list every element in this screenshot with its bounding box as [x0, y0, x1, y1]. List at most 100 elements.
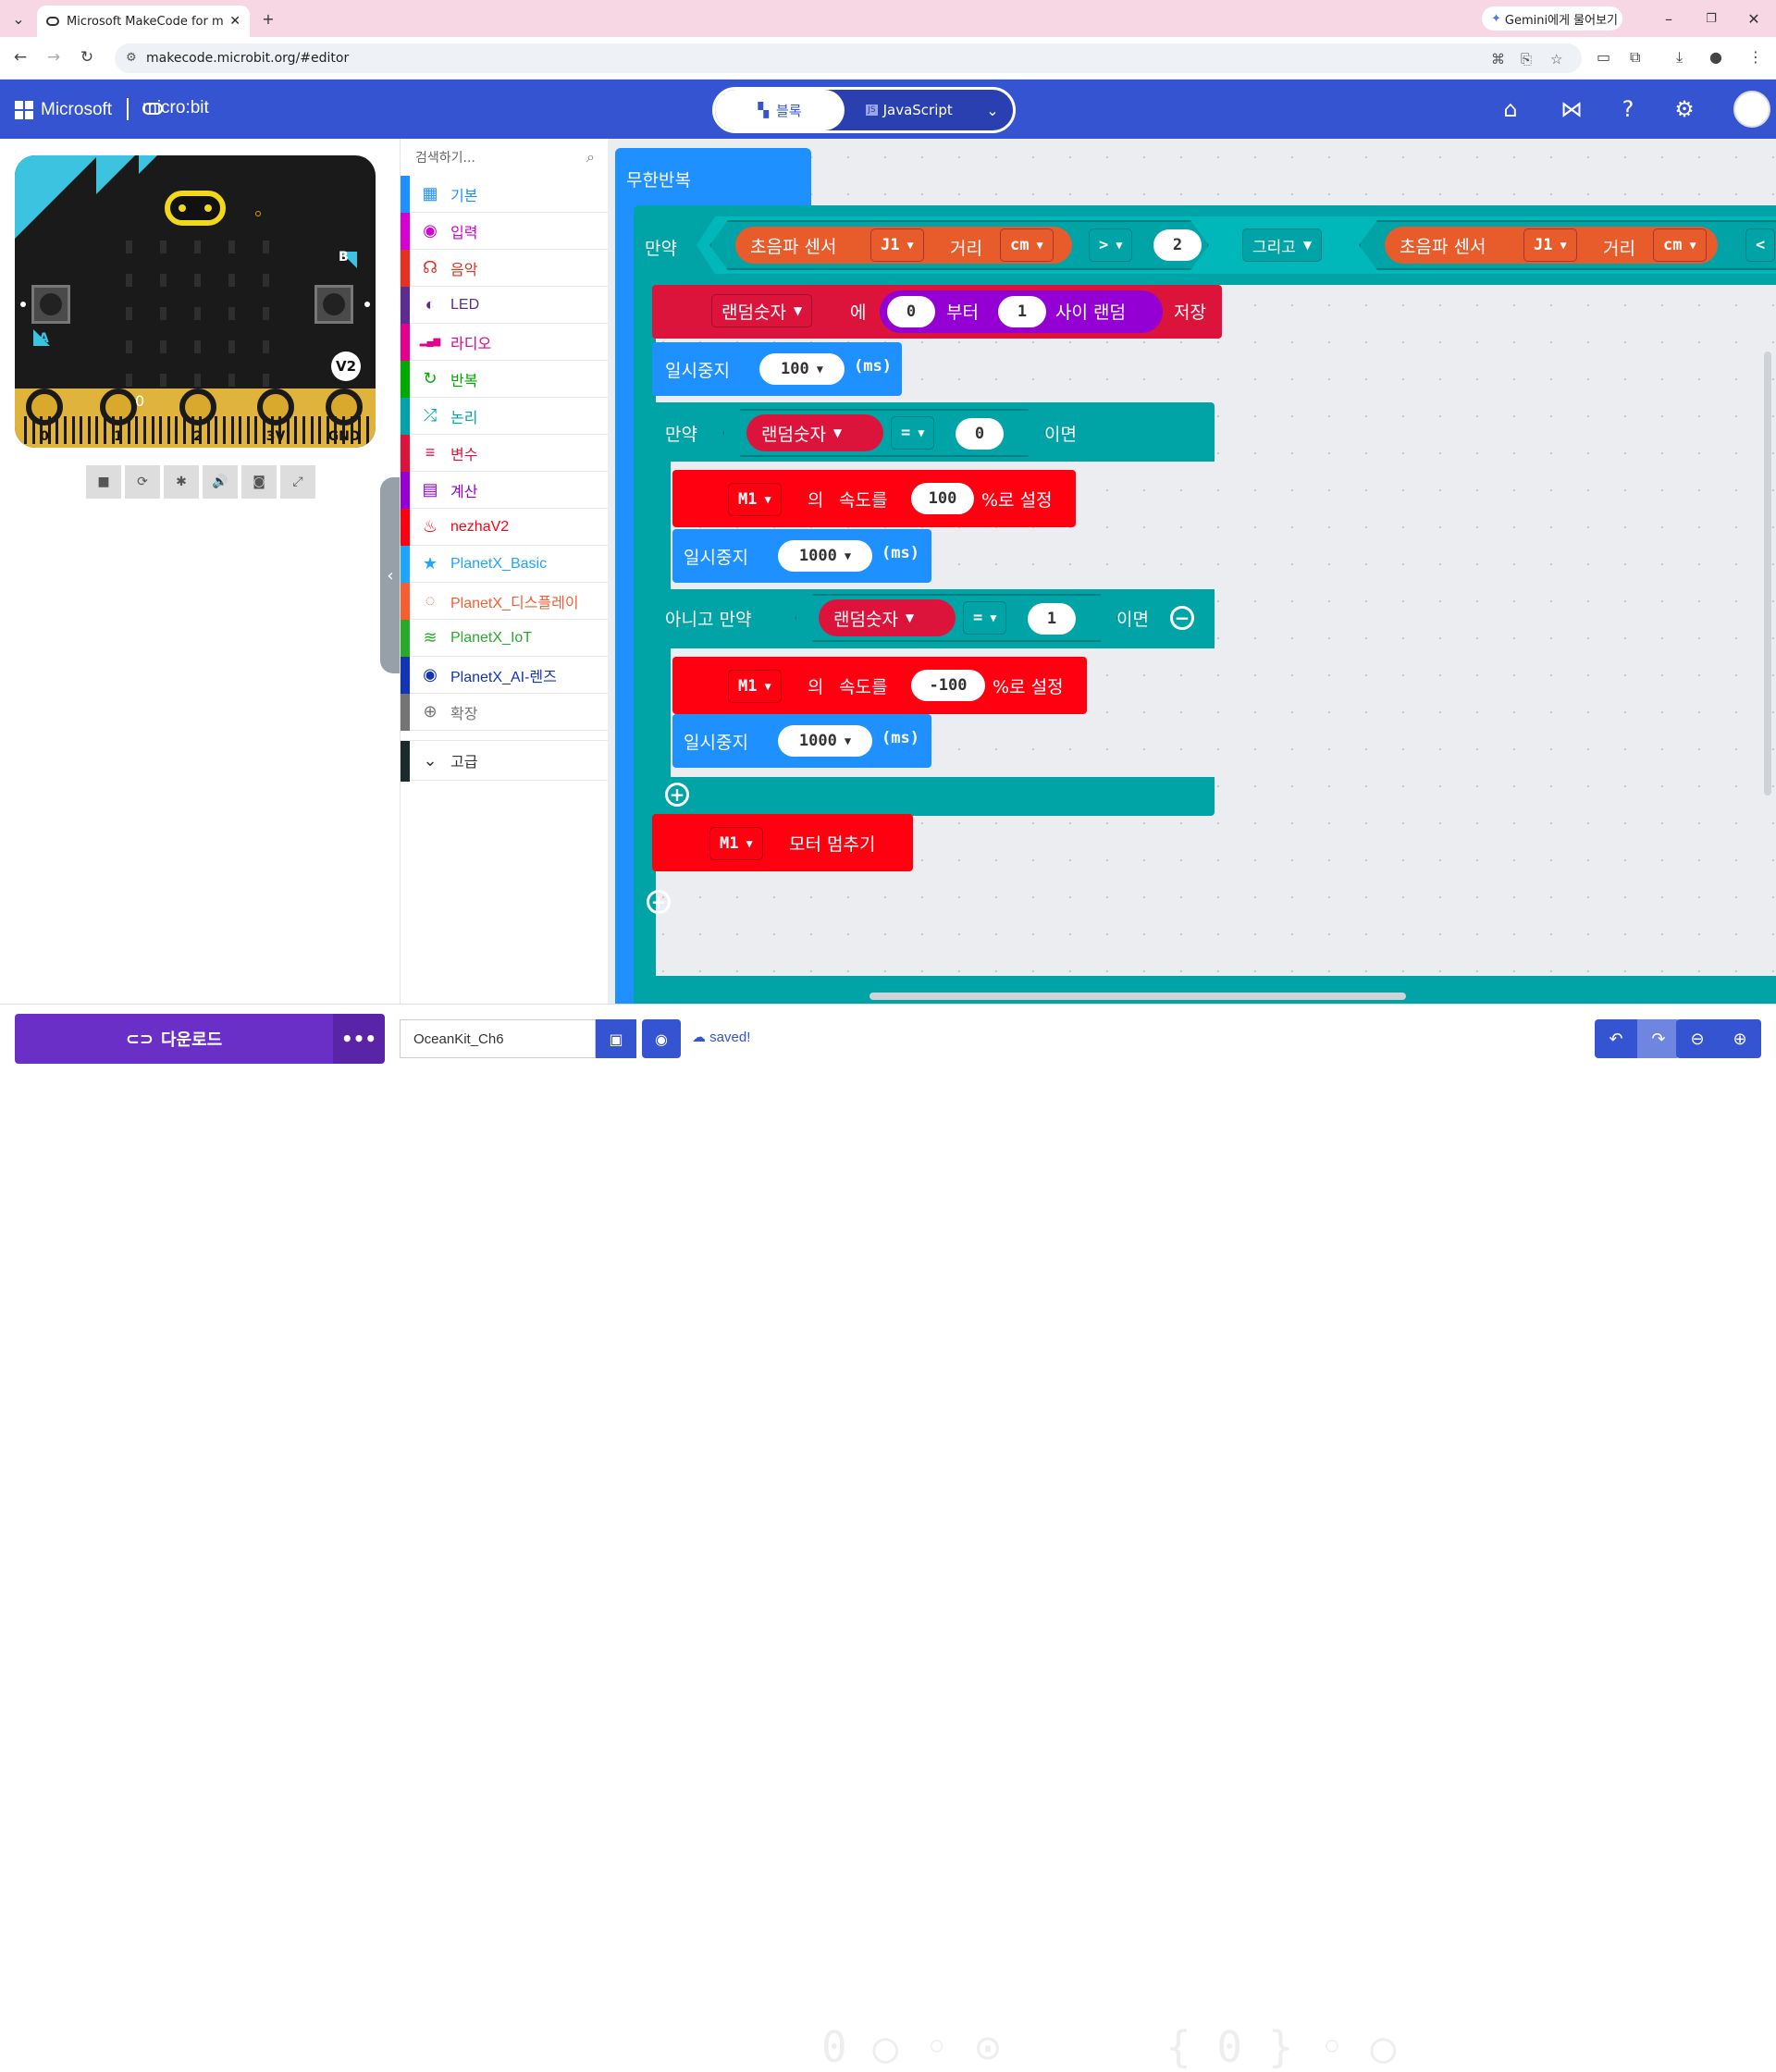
zoom-in-icon[interactable]: ⊕ [1719, 1019, 1761, 1058]
category-shuffle[interactable]: ⤮ 논리 [401, 398, 608, 435]
equals-dropdown-2[interactable]: = ▼ [963, 601, 1007, 635]
minimize-icon[interactable]: – [1656, 7, 1682, 30]
category-refresh[interactable]: ↻ 반복 [401, 361, 608, 398]
blocks-workspace[interactable]: 무한반복 만약 초음파 센서 J1 ▼ 거리 cm ▼ > ▼ 2 그리고 ▼ 초음파 … [608, 139, 1776, 1004]
browser-tab[interactable]: Microsoft MakeCode for m ✕ [37, 6, 250, 37]
save-disk-icon[interactable]: ▣ [596, 1019, 636, 1058]
url-field[interactable]: ⚙ makecode.microbit.org/#editor ⌘ ⎘ ☆ [115, 43, 1582, 73]
equals-dropdown[interactable]: = ▼ [891, 416, 935, 450]
and-dropdown[interactable]: 그리고 ▼ [1242, 228, 1323, 262]
category-grid[interactable]: ▦ 기본 [401, 176, 608, 213]
add-else-icon[interactable]: + [665, 783, 689, 807]
random-from-input[interactable]: 0 [887, 296, 935, 327]
threshold-input[interactable]: 2 [1153, 229, 1202, 261]
equals-value-input-2[interactable]: 1 [1028, 603, 1076, 635]
redo-icon[interactable]: ↷ [1637, 1019, 1680, 1058]
category-eye[interactable]: ◉ PlanetX_AI-렌즈 [401, 657, 608, 694]
stop-icon[interactable]: ■ [86, 465, 121, 499]
home-icon[interactable]: ⌂ [1497, 96, 1524, 122]
tab-close-icon[interactable]: ✕ [229, 14, 240, 29]
unit-dropdown[interactable]: cm ▼ [1000, 228, 1054, 262]
operator-dropdown-2[interactable]: < [1745, 228, 1776, 262]
undo-icon[interactable]: ↶ [1595, 1019, 1637, 1058]
equals-value-input[interactable]: 0 [956, 418, 1004, 450]
pause-dropdown[interactable]: 100 ▼ [759, 353, 845, 385]
touch-logo[interactable] [165, 191, 226, 226]
sound-icon[interactable]: 🔊 [203, 465, 238, 499]
reload-icon[interactable]: ↻ [76, 48, 98, 67]
category-dotted-circle[interactable]: ◌ PlanetX_디스플레이 [401, 583, 608, 620]
variable-dropdown[interactable]: 랜덤숫자 ▼ [711, 294, 813, 327]
speed-input[interactable]: 100 [911, 483, 974, 514]
cast-icon[interactable]: ▭ [1597, 48, 1610, 66]
pause-dropdown[interactable]: 1000 ▼ [778, 540, 872, 572]
search-icon[interactable]: ⌕ [586, 148, 595, 166]
category-star[interactable]: ★ PlanetX_Basic [401, 546, 608, 583]
blocks-tab[interactable]: ▚ 블록 [715, 90, 845, 130]
screenshot-camera-icon[interactable]: ◙ [241, 465, 277, 499]
pin-dropdown-2[interactable]: J1 ▼ [1523, 228, 1577, 262]
category-toggle[interactable]: ◐ LED [401, 287, 608, 324]
category-plus-circle[interactable]: ⊕ 확장 [401, 694, 608, 731]
project-name-input[interactable] [400, 1019, 596, 1058]
zoom-out-icon[interactable]: ⊖ [1676, 1019, 1719, 1058]
motor-dropdown[interactable]: M1 ▼ [728, 483, 782, 516]
operator-dropdown[interactable]: > ▼ [1089, 228, 1133, 262]
category-signal-bars[interactable]: ▂▄▆ 라디오 [401, 324, 608, 361]
add-else-icon[interactable]: + [647, 890, 671, 914]
vertical-scrollbar[interactable] [1764, 352, 1771, 796]
language-dropdown-chevron-icon[interactable]: ⌄ [974, 102, 1011, 119]
install-app-icon[interactable]: ⎘ [1521, 51, 1532, 68]
restart-icon[interactable]: ⟳ [125, 465, 160, 499]
profile-icon[interactable]: ● [1709, 48, 1722, 66]
window-close-icon[interactable]: ✕ [1741, 7, 1767, 30]
category-advanced[interactable]: ⌄ 고급 [401, 740, 608, 782]
category-calculator[interactable]: ▤ 계산 [401, 472, 608, 509]
variable-reporter[interactable]: 랜덤숫자 ▼ [746, 414, 883, 451]
button-b[interactable] [314, 285, 353, 324]
download-more-button[interactable]: ••• [333, 1014, 385, 1064]
collapse-simulator-button[interactable]: ‹ [380, 477, 401, 673]
menu-kebab-icon[interactable]: ⋮ [1748, 48, 1763, 66]
github-icon[interactable]: ◉ [642, 1019, 681, 1058]
category-wifi[interactable]: ≋ PlanetX_IoT [401, 620, 608, 657]
share-icon[interactable]: ⋈ [1558, 96, 1585, 122]
translate-icon[interactable]: ⌘ [1491, 51, 1505, 68]
microbit-simulator-board[interactable]: A B V2 0 1 2 3V GND [15, 155, 376, 448]
new-tab-icon[interactable]: + [255, 7, 281, 30]
category-headphones[interactable]: ☊ 음악 [401, 250, 608, 287]
motor-dropdown-2[interactable]: M1 ▼ [728, 670, 782, 703]
toolbox-search-input[interactable]: 검색하기... ⌕ [401, 139, 608, 176]
button-a[interactable] [31, 285, 70, 324]
download-button[interactable]: ⊂⊃ 다운로드 [15, 1014, 333, 1064]
category-circle-dot[interactable]: ◉ 입력 [401, 213, 608, 250]
help-icon[interactable]: ? [1614, 96, 1642, 122]
variable-reporter-2[interactable]: 랜덤숫자 ▼ [819, 599, 956, 636]
horizontal-scrollbar[interactable] [870, 993, 1406, 1000]
settings-gear-icon[interactable]: ⚙ [1671, 96, 1698, 122]
forward-icon[interactable]: → [43, 48, 65, 67]
extensions-icon[interactable]: ⧉ [1630, 48, 1640, 67]
fullscreen-icon[interactable]: ⤢ [280, 465, 315, 499]
pause-dropdown[interactable]: 1000 ▼ [778, 725, 872, 757]
restore-icon[interactable]: ❐ [1698, 7, 1724, 30]
motor-dropdown-3[interactable]: M1 ▼ [709, 827, 763, 860]
back-icon[interactable]: ← [9, 48, 31, 67]
javascript-tab[interactable]: JS JavaScript [845, 90, 974, 130]
random-to-input[interactable]: 1 [998, 296, 1046, 327]
tab-list-chevron-icon[interactable]: ⌄ [6, 7, 31, 30]
remove-else-if-icon[interactable]: − [1170, 606, 1194, 630]
speed-input-2[interactable]: -100 [911, 670, 985, 701]
site-info-icon[interactable]: ⚙ [126, 51, 137, 65]
user-avatar[interactable]: ☺ [1733, 91, 1770, 128]
category-flame[interactable]: ♨ nezhaV2 [401, 509, 608, 546]
microsoft-logo[interactable]: Microsoft [15, 100, 112, 120]
unit-dropdown-2[interactable]: cm ▼ [1653, 228, 1707, 262]
download-icon[interactable]: ⤓ [1676, 48, 1683, 67]
pin-dropdown[interactable]: J1 ▼ [870, 228, 924, 262]
microbit-logo[interactable]: micro:bit [142, 98, 209, 118]
gemini-button[interactable]: ✦ Gemini에게 물어보기 [1482, 6, 1622, 31]
debug-bug-icon[interactable]: ✱ [164, 465, 199, 499]
bookmark-star-icon[interactable]: ☆ [1550, 51, 1562, 68]
category-list[interactable]: ≡ 변수 [401, 435, 608, 472]
